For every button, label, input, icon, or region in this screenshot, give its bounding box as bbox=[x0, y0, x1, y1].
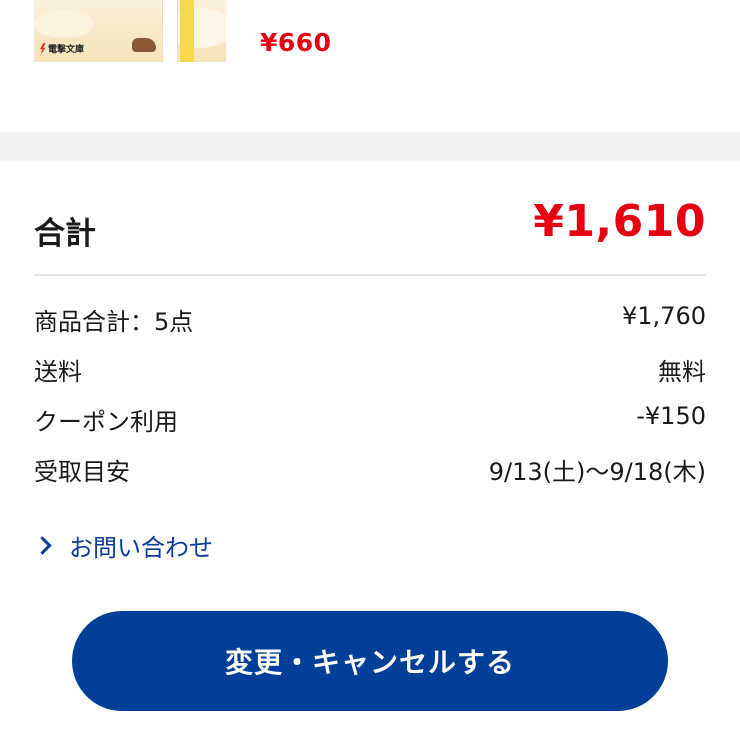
total-label: 合計 bbox=[34, 216, 96, 252]
shipping-row: 送料 無料 bbox=[34, 352, 706, 386]
delivery-estimate-label: 受取目安 bbox=[34, 458, 130, 486]
section-separator bbox=[0, 132, 740, 161]
delivery-estimate-row: 受取目安 9/13(土)〜9/18(木) bbox=[34, 452, 706, 486]
subtotal-label: 商品合計：5点 bbox=[34, 308, 194, 336]
inquiry-link[interactable]: お問い合わせ bbox=[33, 528, 213, 562]
shipping-label: 送料 bbox=[34, 358, 82, 386]
coupon-label: クーポン利用 bbox=[34, 408, 178, 436]
thumbnail-figure-shoe bbox=[132, 38, 156, 52]
inquiry-link-label: お問い合わせ bbox=[69, 533, 213, 562]
thumbnail-figure-stripe bbox=[180, 0, 194, 62]
product-item: 電撃文庫 ¥660 bbox=[0, 0, 740, 132]
thumbnail-figure-leg bbox=[162, 0, 178, 62]
chevron-right-icon bbox=[33, 535, 52, 555]
coupon-row: クーポン利用 -¥150 bbox=[34, 402, 706, 436]
product-price: ¥660 bbox=[260, 28, 332, 57]
bolt-logo-icon bbox=[40, 42, 46, 55]
subtotal-value: ¥1,760 bbox=[622, 302, 706, 330]
total-row: 合計 ¥1,610 bbox=[34, 196, 706, 258]
shipping-value: 無料 bbox=[658, 358, 706, 386]
subtotal-row: 商品合計：5点 ¥1,760 bbox=[34, 302, 706, 336]
thumbnail-cloud-left bbox=[34, 10, 94, 38]
coupon-value: -¥150 bbox=[636, 402, 706, 430]
total-value: ¥1,610 bbox=[533, 196, 706, 247]
publisher-logo-text: 電撃文庫 bbox=[48, 45, 85, 55]
total-divider bbox=[34, 274, 706, 276]
publisher-logo: 電撃文庫 bbox=[40, 42, 84, 55]
delivery-estimate-value: 9/13(土)〜9/18(木) bbox=[488, 458, 706, 486]
order-detail-page: 電撃文庫 ¥660 合計 ¥1,610 商品合計：5点 ¥1,760 送料 無料… bbox=[0, 0, 740, 740]
product-thumbnail[interactable]: 電撃文庫 bbox=[34, 0, 226, 62]
change-cancel-button[interactable]: 変更・キャンセルする bbox=[72, 611, 668, 711]
